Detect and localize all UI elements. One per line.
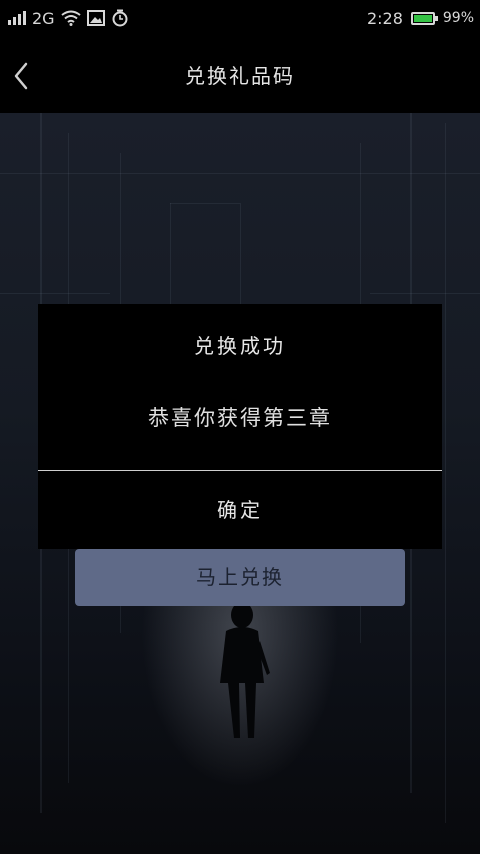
- confirm-button[interactable]: 确定: [38, 471, 442, 549]
- battery-percent: 99%: [442, 10, 474, 26]
- redeem-now-button[interactable]: 马上兑换: [75, 549, 405, 606]
- wifi-icon: [60, 10, 81, 26]
- alarm-icon: [112, 9, 128, 27]
- page-title: 兑换礼品码: [185, 64, 295, 88]
- signal-icon: [8, 11, 26, 25]
- battery-icon: [410, 11, 438, 25]
- screen: 2G 2:28 99% 兑换礼品码 马上兑换 兑换成功 恭喜你获得第三章 确定: [0, 0, 480, 854]
- silhouette-figure: [220, 602, 270, 738]
- status-bar: 2G 2:28 99%: [0, 0, 480, 36]
- success-dialog: 兑换成功 恭喜你获得第三章 确定: [38, 304, 442, 549]
- clock: 2:28: [366, 8, 403, 28]
- dialog-message: 恭喜你获得第三章: [148, 406, 332, 430]
- battery-fill: [413, 14, 432, 22]
- status-left: 2G: [8, 8, 129, 28]
- image-icon: [86, 10, 105, 26]
- status-right: 2:28 99%: [367, 8, 474, 28]
- nav-bar: 兑换礼品码: [0, 36, 480, 113]
- dialog-title: 兑换成功: [194, 334, 286, 358]
- network-type: 2G: [32, 8, 55, 28]
